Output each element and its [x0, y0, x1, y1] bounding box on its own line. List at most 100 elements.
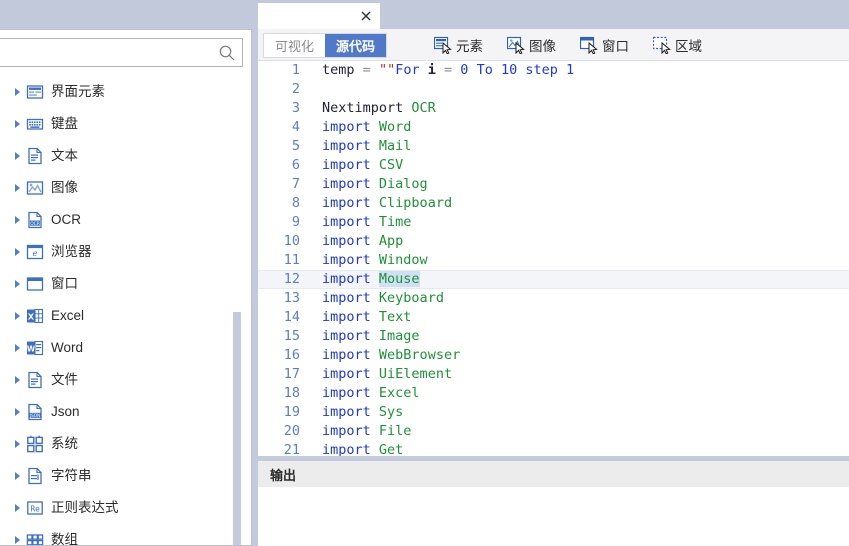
tab-source-mode[interactable]: 源代码	[325, 34, 386, 57]
sidebar-item-2[interactable]: 键盘	[0, 108, 252, 140]
sidebar-item-14[interactable]: Re 正则表达式	[0, 492, 252, 524]
pick-element-button[interactable]: 元素	[434, 29, 483, 61]
chevron-right-icon[interactable]	[12, 150, 24, 162]
code-line-text[interactable]: temp = ""For i = 0 To 10 step 1	[308, 61, 574, 80]
code-line-text[interactable]	[308, 80, 322, 99]
json-icon: JSON	[26, 403, 44, 421]
document-tabstrip	[258, 0, 849, 29]
chevron-right-icon[interactable]	[12, 214, 24, 226]
code-line-text[interactable]: import Mail	[308, 137, 411, 156]
chevron-right-icon[interactable]	[12, 246, 24, 258]
sidebar-item-11[interactable]: JSONJson	[0, 396, 252, 428]
chevron-right-icon[interactable]	[12, 470, 24, 482]
code-line-text[interactable]: import Time	[308, 213, 411, 232]
code-line-text[interactable]: import App	[308, 232, 403, 251]
sidebar-item-9[interactable]: W Word	[0, 332, 252, 364]
code-line-text[interactable]: import Excel	[308, 384, 420, 403]
sidebar-item-15[interactable]: 数组	[0, 524, 252, 545]
chevron-right-icon[interactable]	[12, 86, 24, 98]
code-line[interactable]: 7import Dialog	[258, 175, 849, 194]
pick-window-button[interactable]: 窗口	[580, 29, 629, 61]
activity-tree[interactable]: 界面元素 键盘 文本 图像 OCROCR e浏览器	[0, 76, 252, 545]
code-line[interactable]: 1temp = ""For i = 0 To 10 step 1	[258, 61, 849, 80]
chevron-right-icon[interactable]	[12, 406, 24, 418]
code-line-text[interactable]: import Text	[308, 308, 411, 327]
code-line-text[interactable]: import Keyboard	[308, 289, 444, 308]
pick-region-button[interactable]: 区域	[653, 29, 702, 61]
chevron-right-icon[interactable]	[12, 342, 24, 354]
sidebar-item-label: 窗口	[51, 277, 78, 291]
sidebar-item-6[interactable]: e浏览器	[0, 236, 252, 268]
code-line-text[interactable]: import WebBrowser	[308, 346, 460, 365]
code-line-text[interactable]: import UiElement	[308, 365, 452, 384]
close-icon[interactable]	[358, 8, 374, 24]
sidebar-item-8[interactable]: X Excel	[0, 300, 252, 332]
code-line-text[interactable]: import CSV	[308, 156, 403, 175]
chevron-right-icon[interactable]	[12, 278, 24, 290]
code-token	[420, 62, 428, 78]
chevron-right-icon[interactable]	[12, 310, 24, 322]
sidebar-scrollbar-thumb[interactable]	[233, 312, 241, 546]
code-line-text[interactable]: import Mouse	[308, 271, 420, 288]
tab-visual-mode[interactable]: 可视化	[264, 34, 325, 57]
sidebar-item-4[interactable]: 图像	[0, 172, 252, 204]
source-code-editor[interactable]: 1temp = ""For i = 0 To 10 step 123Nextim…	[258, 61, 849, 456]
panel-divider-handle[interactable]	[253, 29, 257, 546]
sidebar-item-5[interactable]: OCROCR	[0, 204, 252, 236]
code-line[interactable]: 14import Text	[258, 308, 849, 327]
sidebar-item-13[interactable]: 字符串	[0, 460, 252, 492]
code-line[interactable]: 11import Window	[258, 251, 849, 270]
code-line-text[interactable]: Nextimport OCR	[308, 99, 436, 118]
document-tab[interactable]	[258, 3, 380, 29]
search-input[interactable]	[8, 39, 212, 68]
code-line[interactable]: 9import Time	[258, 213, 849, 232]
regex-icon: Re	[26, 499, 44, 517]
code-line-text[interactable]: import Sys	[308, 403, 403, 422]
code-line[interactable]: 8import Clipboard	[258, 194, 849, 213]
sidebar-item-label: 正则表达式	[51, 501, 119, 515]
sidebar-item-12[interactable]: 系统	[0, 428, 252, 460]
code-line[interactable]: 20import File	[258, 422, 849, 441]
sidebar-item-7[interactable]: 窗口	[0, 268, 252, 300]
code-line[interactable]: 17import UiElement	[258, 365, 849, 384]
code-token	[371, 119, 379, 135]
code-line-text[interactable]: import File	[308, 422, 411, 441]
chevron-right-icon[interactable]	[12, 374, 24, 386]
code-line[interactable]: 16import WebBrowser	[258, 346, 849, 365]
code-line-text[interactable]: import Word	[308, 118, 411, 137]
pick-image-button[interactable]: 图像	[507, 29, 556, 61]
code-line-text[interactable]: import Clipboard	[308, 194, 452, 213]
chevron-right-icon[interactable]	[12, 182, 24, 194]
code-line[interactable]: 5import Mail	[258, 137, 849, 156]
editor-mode-tabs[interactable]: 可视化 源代码	[263, 33, 387, 58]
code-token: import	[322, 119, 371, 135]
code-line[interactable]: 13import Keyboard	[258, 289, 849, 308]
code-line-text[interactable]: import Image	[308, 327, 420, 346]
code-line[interactable]: 10import App	[258, 232, 849, 251]
sidebar-item-1[interactable]: 界面元素	[0, 76, 252, 108]
search-box[interactable]	[0, 38, 243, 67]
output-panel-body[interactable]	[258, 487, 849, 546]
chevron-right-icon[interactable]	[12, 438, 24, 450]
code-line[interactable]: 21import Get	[258, 441, 849, 456]
chevron-right-icon[interactable]	[12, 502, 24, 514]
line-number: 16	[258, 346, 308, 365]
code-token: import	[322, 404, 371, 420]
code-line[interactable]: 12import Mouse	[258, 270, 849, 289]
chevron-right-icon[interactable]	[12, 118, 24, 130]
sidebar-item-10[interactable]: 文件	[0, 364, 252, 396]
application-window: 界面元素 键盘 文本 图像 OCROCR e浏览器	[0, 0, 849, 546]
code-line[interactable]: 15import Image	[258, 327, 849, 346]
chevron-right-icon[interactable]	[12, 534, 24, 545]
code-line[interactable]: 2	[258, 80, 849, 99]
code-line[interactable]: 6import CSV	[258, 156, 849, 175]
sidebar-item-3[interactable]: 文本	[0, 140, 252, 172]
code-line[interactable]: 4import Word	[258, 118, 849, 137]
line-number: 17	[258, 365, 308, 384]
code-line[interactable]: 3Nextimport OCR	[258, 99, 849, 118]
code-line-text[interactable]: import Dialog	[308, 175, 428, 194]
code-line[interactable]: 18import Excel	[258, 384, 849, 403]
code-line[interactable]: 19import Sys	[258, 403, 849, 422]
code-line-text[interactable]: import Window	[308, 251, 428, 270]
code-line-text[interactable]: import Get	[308, 441, 403, 456]
